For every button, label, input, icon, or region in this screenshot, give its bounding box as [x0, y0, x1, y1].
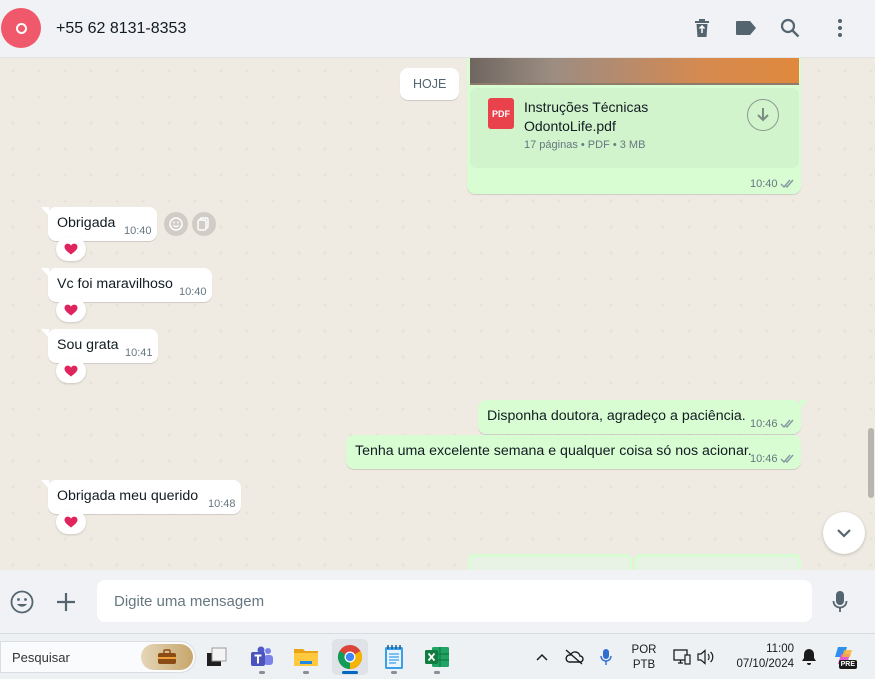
- message-text: Vc foi maravilhoso: [57, 276, 173, 292]
- taskbar-search-placeholder: Pesquisar: [12, 650, 70, 665]
- message-time: 10:46: [750, 453, 778, 465]
- message-composer: [0, 570, 875, 633]
- language-code: POR: [631, 644, 657, 656]
- chat-area[interactable]: HOJE PDF Instruções Técnicas OdontoLife.…: [0, 58, 875, 570]
- network-icon[interactable]: [671, 646, 693, 668]
- message-incoming[interactable]: Obrigada meu querido 10:48: [41, 480, 241, 514]
- pdf-icon: PDF: [488, 98, 514, 129]
- delete-icon[interactable]: [690, 16, 714, 40]
- message-outgoing[interactable]: Tenha uma excelente semana e qualquer co…: [346, 435, 801, 469]
- download-arrow-icon: [757, 108, 769, 122]
- media-message-partial[interactable]: [634, 554, 801, 570]
- message-incoming[interactable]: Obrigada 10:40: [41, 207, 157, 241]
- message-text: Disponha doutora, agradeço a paciência.: [487, 408, 746, 424]
- download-button[interactable]: [747, 99, 779, 131]
- clock-time: 11:00: [766, 643, 794, 655]
- message-input[interactable]: [97, 580, 812, 622]
- microphone-icon[interactable]: [827, 589, 853, 615]
- heart-icon: [64, 304, 78, 316]
- reaction-heart[interactable]: [56, 298, 86, 322]
- whatsapp-window: +55 62 8131-8353 HOJE PDF Instruções Téc…: [0, 0, 875, 679]
- chat-header: +55 62 8131-8353: [0, 0, 875, 58]
- active-indicator: [342, 671, 358, 674]
- briefcase-icon[interactable]: [141, 644, 193, 670]
- running-indicator: [259, 671, 265, 674]
- reaction-heart[interactable]: [56, 510, 86, 534]
- logo-ring-icon: [15, 22, 27, 34]
- notification-bell-icon[interactable]: [798, 646, 820, 668]
- message-time: 10:48: [208, 498, 236, 510]
- message-time: 10:41: [125, 347, 153, 359]
- attach-plus-icon[interactable]: [53, 589, 79, 615]
- document-name: Instruções Técnicas OdontoLife.pdf: [524, 99, 649, 134]
- message-incoming[interactable]: Sou grata 10:41: [41, 329, 158, 363]
- system-clock[interactable]: 11:00 07/10/2024: [726, 642, 794, 672]
- chrome-icon[interactable]: [332, 639, 368, 675]
- copilot-icon[interactable]: PRE: [831, 642, 857, 670]
- teams-icon[interactable]: [244, 639, 280, 675]
- message-time: 10:46: [750, 418, 778, 430]
- media-message-partial[interactable]: [468, 554, 632, 570]
- chevron-down-icon: [837, 529, 851, 538]
- taskbar-search[interactable]: Pesquisar: [0, 641, 196, 673]
- scroll-to-bottom-button[interactable]: [823, 512, 865, 554]
- heart-icon: [64, 243, 78, 255]
- taskbar: Pesquisar POR PTB 11:00 07/10/2024 PRE: [0, 633, 875, 679]
- message-outgoing[interactable]: Disponha doutora, agradeço a paciência. …: [478, 400, 808, 434]
- chevron-up-icon[interactable]: [531, 646, 553, 668]
- document-preview[interactable]: [470, 58, 799, 85]
- emoji-icon[interactable]: [9, 589, 35, 615]
- document-card[interactable]: PDF Instruções Técnicas OdontoLife.pdf 1…: [470, 88, 799, 168]
- date-chip: HOJE: [400, 68, 460, 100]
- heart-icon: [64, 516, 78, 528]
- message-time: 10:40: [750, 178, 778, 190]
- message-text: Tenha uma excelente semana e qualquer co…: [355, 443, 752, 459]
- message-time: 10:40: [124, 225, 152, 237]
- keyboard-layout: PTB: [632, 659, 656, 671]
- reaction-heart[interactable]: [56, 237, 86, 261]
- avatar[interactable]: [1, 8, 41, 48]
- chat-scrollbar[interactable]: [868, 428, 874, 498]
- taskview-icon[interactable]: [199, 639, 235, 675]
- document-meta: 17 páginas • PDF • 3 MB: [524, 139, 646, 151]
- message-incoming[interactable]: Vc foi maravilhoso 10:40: [41, 268, 212, 302]
- running-indicator: [434, 671, 440, 674]
- notepad-icon[interactable]: [376, 639, 412, 675]
- emoji-react-icon[interactable]: [164, 212, 188, 236]
- file-explorer-icon[interactable]: [288, 639, 324, 675]
- message-text: Sou grata: [57, 337, 119, 353]
- contact-name[interactable]: +55 62 8131-8353: [56, 20, 186, 38]
- clock-date: 07/10/2024: [736, 658, 794, 670]
- volume-icon[interactable]: [695, 646, 717, 668]
- running-indicator: [303, 671, 309, 674]
- excel-icon[interactable]: [419, 639, 455, 675]
- language-indicator[interactable]: POR PTB: [630, 643, 658, 673]
- message-text: Obrigada meu querido: [57, 488, 199, 504]
- read-ticks-icon: [780, 179, 794, 189]
- read-ticks-icon: [780, 454, 794, 464]
- microphone-tray-icon[interactable]: [595, 646, 617, 668]
- message-text: Obrigada: [57, 215, 116, 231]
- document-message[interactable]: PDF Instruções Técnicas OdontoLife.pdf 1…: [467, 58, 801, 194]
- read-ticks-icon: [780, 419, 794, 429]
- heart-icon: [64, 365, 78, 377]
- message-time: 10:40: [179, 286, 207, 298]
- menu-icon[interactable]: [828, 16, 852, 40]
- preview-badge: PRE: [838, 660, 857, 669]
- label-icon[interactable]: [734, 16, 758, 40]
- onedrive-offline-icon[interactable]: [563, 646, 585, 668]
- search-icon[interactable]: [778, 16, 802, 40]
- forward-icon[interactable]: [192, 212, 216, 236]
- reaction-heart[interactable]: [56, 359, 86, 383]
- running-indicator: [391, 671, 397, 674]
